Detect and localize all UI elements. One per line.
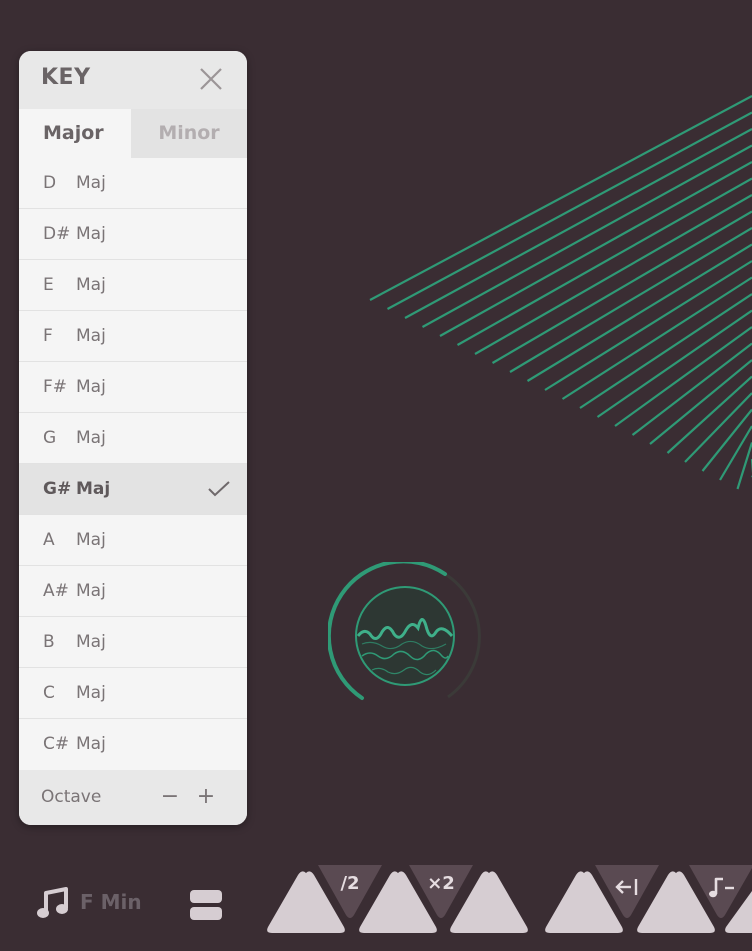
tab-major[interactable]: Major bbox=[19, 109, 131, 158]
layout-toggle-button[interactable] bbox=[189, 889, 223, 921]
pattern-line bbox=[544, 260, 752, 391]
key-item-f[interactable]: F Maj bbox=[19, 311, 247, 362]
pattern-line bbox=[649, 359, 752, 445]
key-mode-tabs: Major Minor bbox=[19, 109, 247, 158]
key-quality: Maj bbox=[76, 224, 106, 244]
key-quality: Maj bbox=[76, 173, 106, 193]
pattern-line bbox=[719, 425, 752, 481]
note-minus-icon bbox=[709, 877, 734, 898]
key-note: D# bbox=[43, 224, 71, 244]
key-quality: Maj bbox=[76, 632, 106, 652]
key-quality: Maj bbox=[76, 734, 106, 754]
key-quality: Maj bbox=[76, 530, 106, 550]
key-item-b[interactable]: B Maj bbox=[19, 617, 247, 668]
octave-down-button[interactable]: − bbox=[158, 782, 182, 812]
key-item-d-sharp[interactable]: D# Maj bbox=[19, 209, 247, 260]
octave-row: Octave − + bbox=[19, 770, 247, 825]
close-button[interactable] bbox=[197, 65, 225, 93]
key-item-e[interactable]: E Maj bbox=[19, 260, 247, 311]
key-quality: Maj bbox=[76, 377, 106, 397]
pattern-line bbox=[456, 177, 752, 346]
layout-icon bbox=[190, 890, 222, 920]
tab-major-label: Major bbox=[43, 122, 104, 144]
key-item-a[interactable]: A Maj bbox=[19, 515, 247, 566]
key-item-g-sharp[interactable]: G# Maj bbox=[19, 464, 247, 515]
back-to-start-button[interactable] bbox=[595, 865, 659, 919]
key-quality: Maj bbox=[76, 275, 106, 295]
pattern-line bbox=[631, 342, 752, 436]
key-note: F# bbox=[43, 377, 68, 397]
pattern-line bbox=[421, 144, 752, 328]
octave-up-button[interactable]: + bbox=[194, 782, 218, 812]
key-quality: Maj bbox=[76, 581, 106, 601]
key-quality: Maj bbox=[76, 683, 106, 703]
octave-label: Octave bbox=[41, 787, 102, 807]
key-note: C bbox=[43, 683, 55, 703]
pattern-line bbox=[386, 111, 752, 310]
key-item-a-sharp[interactable]: A# Maj bbox=[19, 566, 247, 617]
key-panel-title: KEY bbox=[41, 65, 91, 90]
pattern-line bbox=[404, 128, 752, 319]
note-minus-button[interactable] bbox=[689, 865, 752, 919]
check-icon bbox=[208, 481, 230, 497]
key-quality: Maj bbox=[76, 326, 106, 346]
key-quality: Maj bbox=[76, 428, 106, 448]
current-key-label: F Min bbox=[80, 890, 142, 914]
half-tempo-button[interactable]: /2 bbox=[318, 865, 382, 919]
key-note: F bbox=[43, 326, 53, 346]
key-panel: KEY Major Minor D Maj D# Maj E Maj F Maj F# M… bbox=[19, 51, 247, 825]
key-panel-header: KEY bbox=[19, 51, 247, 109]
key-note: A bbox=[43, 530, 55, 550]
key-note: G# bbox=[43, 479, 72, 499]
tab-minor[interactable]: Minor bbox=[131, 109, 247, 158]
pattern-line bbox=[736, 442, 752, 490]
key-list: D Maj D# Maj E Maj F Maj F# Maj G Maj G# Maj AM… bbox=[19, 158, 247, 770]
audio-visualizer-knob[interactable] bbox=[328, 562, 482, 704]
pattern-line bbox=[561, 276, 752, 400]
pattern-line bbox=[666, 375, 752, 454]
key-note: C# bbox=[43, 734, 70, 754]
key-item-f-sharp[interactable]: F# Maj bbox=[19, 362, 247, 413]
back-to-start-icon bbox=[615, 879, 638, 895]
tab-minor-label: Minor bbox=[158, 122, 220, 144]
double-tempo-label: ×2 bbox=[427, 873, 455, 894]
music-note-icon bbox=[37, 887, 68, 918]
key-note: B bbox=[43, 632, 55, 652]
pattern-line bbox=[526, 243, 752, 382]
half-tempo-label: /2 bbox=[340, 873, 360, 894]
key-note: A# bbox=[43, 581, 69, 601]
double-tempo-button[interactable]: ×2 bbox=[409, 865, 473, 919]
current-key-button[interactable]: F Min bbox=[36, 886, 146, 922]
close-icon bbox=[200, 68, 222, 90]
key-item-g[interactable]: G Maj bbox=[19, 413, 247, 464]
key-note: G bbox=[43, 428, 57, 448]
key-quality: Maj bbox=[76, 479, 111, 499]
key-item-c-sharp[interactable]: C# Maj bbox=[19, 719, 247, 770]
key-item-c[interactable]: C Maj bbox=[19, 668, 247, 719]
key-note: D bbox=[43, 173, 57, 193]
pattern-line bbox=[439, 161, 752, 337]
key-note: E bbox=[43, 275, 54, 295]
key-item-d[interactable]: D Maj bbox=[19, 158, 247, 209]
